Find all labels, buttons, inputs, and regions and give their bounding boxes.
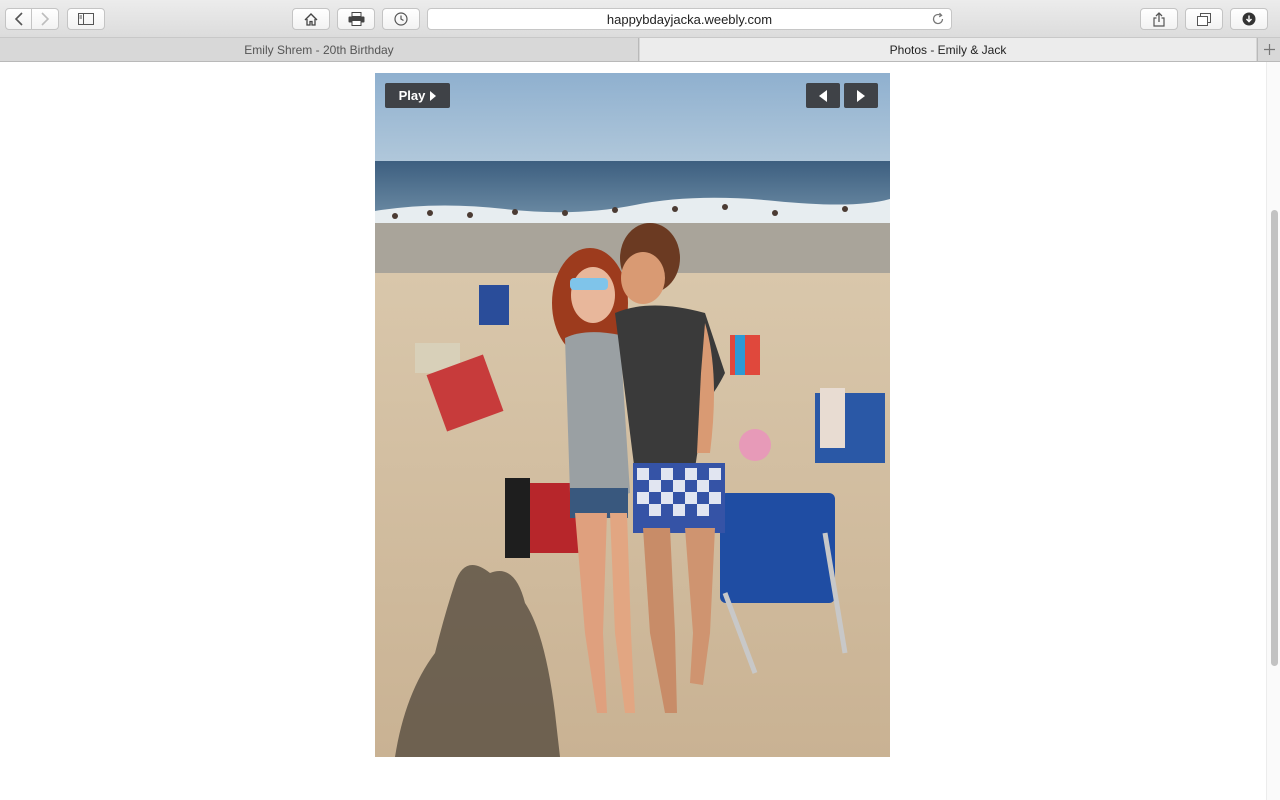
home-icon bbox=[304, 12, 318, 26]
next-arrow-icon bbox=[857, 89, 865, 102]
sidebar-icon bbox=[78, 13, 94, 25]
share-icon bbox=[1153, 11, 1165, 27]
tab-label: Emily Shrem - 20th Birthday bbox=[244, 42, 394, 57]
reload-icon[interactable] bbox=[931, 12, 945, 26]
play-label: Play bbox=[398, 88, 426, 103]
downloads-button[interactable] bbox=[1230, 8, 1268, 30]
forward-icon bbox=[41, 12, 50, 26]
history-icon bbox=[394, 12, 408, 26]
browser-toolbar: happybdayjacka.weebly.com bbox=[0, 0, 1280, 38]
plus-icon bbox=[1263, 44, 1275, 55]
home-button[interactable] bbox=[292, 8, 330, 30]
slideshow-photo[interactable] bbox=[375, 73, 890, 757]
downloads-icon bbox=[1242, 12, 1256, 26]
tab-emily-shrem-birthday[interactable]: Emily Shrem - 20th Birthday bbox=[0, 38, 639, 61]
beach-photo bbox=[375, 73, 890, 757]
play-slideshow-button[interactable]: Play bbox=[385, 83, 450, 108]
print-icon bbox=[348, 12, 364, 26]
tab-photos[interactable]: Photos - Emily & Jack bbox=[640, 38, 1256, 61]
prev-arrow-icon bbox=[819, 89, 827, 102]
tabs-overview-button[interactable] bbox=[1185, 8, 1223, 30]
history-button[interactable] bbox=[382, 8, 420, 30]
tab-label: Photos - Emily & Jack bbox=[889, 42, 1007, 57]
tabs-overview-icon bbox=[1197, 12, 1211, 26]
back-button[interactable] bbox=[5, 8, 32, 30]
share-button[interactable] bbox=[1140, 8, 1178, 30]
next-photo-button[interactable] bbox=[844, 83, 878, 108]
tab-bar: Emily Shrem - 20th Birthday Photos - Emi… bbox=[0, 38, 1280, 62]
previous-photo-button[interactable] bbox=[806, 83, 840, 108]
scrollbar-thumb[interactable] bbox=[1271, 210, 1278, 666]
play-icon bbox=[430, 90, 437, 101]
print-button[interactable] bbox=[337, 8, 375, 30]
sidebar-button[interactable] bbox=[67, 8, 105, 30]
forward-button[interactable] bbox=[32, 8, 59, 30]
address-bar[interactable]: happybdayjacka.weebly.com bbox=[427, 8, 952, 30]
url-text: happybdayjacka.weebly.com bbox=[606, 11, 773, 27]
new-tab-button[interactable] bbox=[1257, 38, 1280, 61]
vertical-scrollbar[interactable] bbox=[1266, 62, 1280, 800]
back-icon bbox=[14, 12, 23, 26]
